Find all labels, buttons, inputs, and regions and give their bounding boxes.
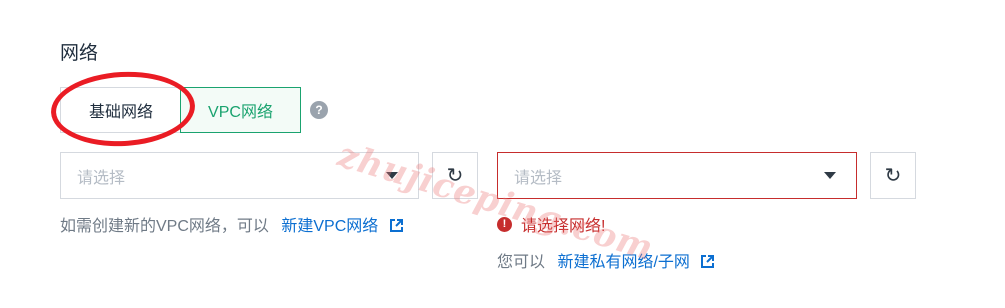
refresh-vpc-button[interactable]: ↻ [432, 152, 478, 199]
external-link-icon [389, 219, 403, 232]
refresh-subnet-button[interactable]: ↻ [870, 152, 916, 199]
create-vpc-link[interactable]: 新建VPC网络 [281, 218, 403, 235]
vpc-select[interactable]: 请选择 [60, 152, 419, 199]
dropdown-caret-icon [824, 172, 836, 179]
vpc-network-button[interactable]: VPC网络 [180, 87, 301, 133]
question-circle-icon[interactable]: ? [310, 101, 328, 119]
subnet-hint: 您可以 新建私有网络/子网 [497, 248, 715, 272]
section-title: 网络 [60, 43, 99, 64]
error-icon: ! [497, 216, 512, 232]
create-vpc-link-label: 新建VPC网络 [281, 218, 379, 235]
refresh-icon: ↻ [446, 165, 464, 187]
subnet-error: ! 请选择网络! [497, 212, 605, 236]
vpc-hint-text: 如需创建新的VPC网络，可以 [60, 218, 269, 235]
subnet-select[interactable]: 请选择 [497, 152, 857, 199]
refresh-icon: ↻ [884, 165, 902, 187]
create-subnet-link-label: 新建私有网络/子网 [557, 254, 690, 271]
external-link-icon [701, 255, 715, 268]
basic-network-button[interactable]: 基础网络 [60, 87, 181, 133]
subnet-select-placeholder: 请选择 [514, 169, 563, 187]
subnet-error-text: 请选择网络! [521, 218, 606, 235]
vpc-select-placeholder: 请选择 [77, 169, 126, 187]
subnet-hint-text: 您可以 [497, 254, 546, 271]
create-subnet-link[interactable]: 新建私有网络/子网 [557, 254, 715, 271]
dropdown-caret-icon [386, 172, 398, 179]
vpc-hint: 如需创建新的VPC网络，可以 新建VPC网络 [60, 212, 404, 236]
